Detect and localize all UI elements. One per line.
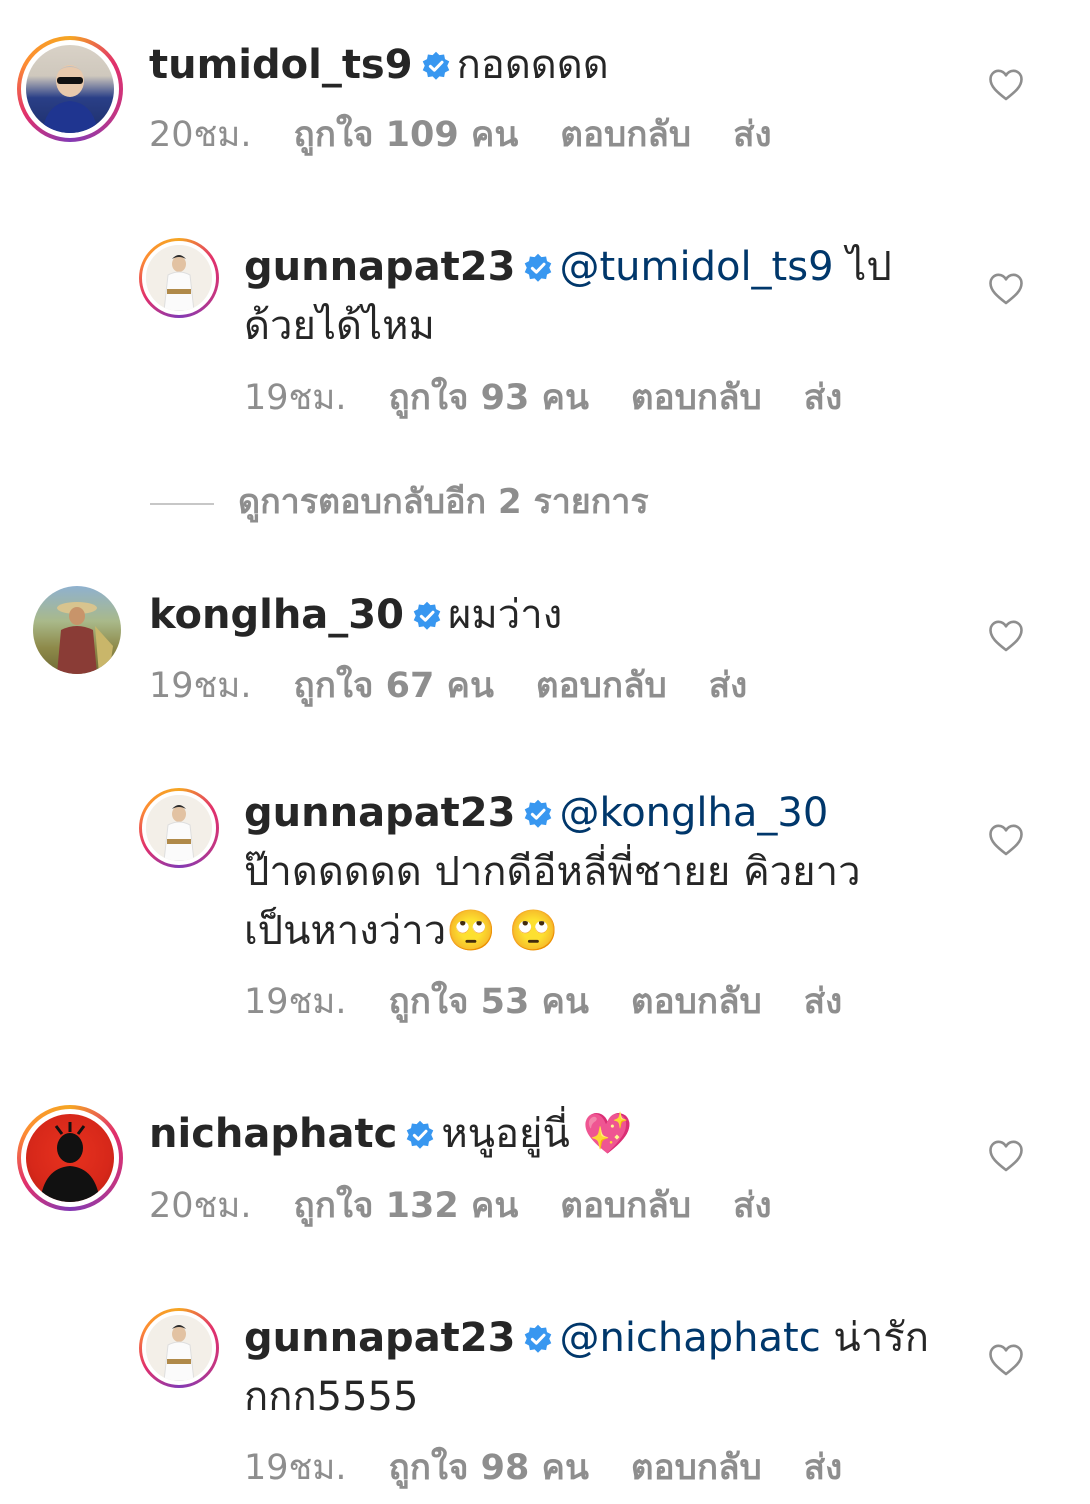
comment-text: ผมว่าง [447,592,563,638]
heart-outline-icon[interactable] [988,823,1024,857]
reply-button[interactable]: ตอบกลับ [631,982,762,1022]
person-photo-icon [146,795,212,861]
likes-count[interactable]: ถูกใจ 53 คน [389,982,589,1022]
comment-text: เป็นหางว่าว🙄 🙄 [244,908,559,954]
avatar[interactable] [17,36,123,142]
mention-link[interactable]: @konglha_30 [559,790,828,836]
person-photo-icon [146,1315,212,1381]
reply-button[interactable]: ตอบกลับ [631,1448,762,1488]
likes-count[interactable]: ถูกใจ 93 คน [389,378,589,418]
avatar[interactable] [139,788,219,868]
likes-count[interactable]: ถูกใจ 109 คน [294,115,519,155]
verified-badge-icon [412,601,442,631]
comment-text: กอดดดด [456,42,609,88]
comment-username[interactable]: konglha_30 [149,592,404,638]
reply-button[interactable]: ตอบกลับ [536,666,667,706]
comment-username[interactable]: nichaphatc [149,1111,397,1157]
heart-outline-icon[interactable] [988,1139,1024,1173]
heart-outline-icon[interactable] [988,68,1024,102]
likes-count[interactable]: ถูกใจ 132 คน [294,1186,519,1226]
verified-badge-icon [421,51,451,81]
comment-text: ด้วยได้ไหม [244,303,435,349]
avatar[interactable] [139,1308,219,1388]
comment-username[interactable]: gunnapat23 [244,790,515,836]
comment-username[interactable]: gunnapat23 [244,1315,515,1361]
verified-badge-icon [405,1120,435,1150]
send-button[interactable]: ส่ง [804,1448,842,1488]
avatar[interactable] [17,586,123,692]
comment-text: ไป [833,244,892,290]
send-button[interactable]: ส่ง [804,378,842,418]
comment-text: น่ารัก [820,1315,929,1361]
heart-outline-icon[interactable] [988,619,1024,653]
divider [150,502,214,505]
avatar[interactable] [17,1105,123,1211]
comment-username[interactable]: gunnapat23 [244,244,515,290]
view-more-label: ดูการตอบกลับอีก 2 รายการ [238,482,649,522]
verified-badge-icon [523,253,553,283]
reply-button[interactable]: ตอบกลับ [560,115,691,155]
send-button[interactable]: ส่ง [804,982,842,1022]
person-silhouette-icon [40,1122,100,1202]
comment-text: กกก5555 [244,1374,419,1420]
send-button[interactable]: ส่ง [709,666,747,706]
reply-button[interactable]: ตอบกลับ [560,1186,691,1226]
comment-username[interactable]: tumidol_ts9 [149,42,413,88]
heart-outline-icon[interactable] [988,1343,1024,1377]
comment-time: 20ชม. [149,1186,252,1226]
send-button[interactable]: ส่ง [733,1186,771,1226]
person-photo-icon [146,245,212,311]
heart-outline-icon[interactable] [988,272,1024,306]
verified-badge-icon [523,1324,553,1354]
comment-time: 19ชม. [149,666,252,706]
comment-time: 19ชม. [244,378,347,418]
comment-text: หนูอยู่นี่ 💖 [441,1111,633,1157]
send-button[interactable]: ส่ง [733,115,771,155]
comment-time: 20ชม. [149,115,252,155]
mention-link[interactable]: @nichaphatc [559,1315,820,1361]
avatar[interactable] [139,238,219,318]
view-more-replies-button[interactable]: ดูการตอบกลับอีก 2 รายการ [150,480,649,524]
mention-link[interactable]: @tumidol_ts9 [559,244,833,290]
likes-count[interactable]: ถูกใจ 98 คน [389,1448,589,1488]
comment-time: 19ชม. [244,982,347,1022]
comment-time: 19ชม. [244,1448,347,1488]
verified-badge-icon [523,799,553,829]
reply-button[interactable]: ตอบกลับ [631,378,762,418]
likes-count[interactable]: ถูกใจ 67 คน [294,666,494,706]
person-photo-icon [42,65,98,133]
person-photo-icon [57,602,113,674]
comment-text: ป๊าดดดดด ปากดีอีหลี่พี่ชายย คิวยาว [244,849,861,895]
